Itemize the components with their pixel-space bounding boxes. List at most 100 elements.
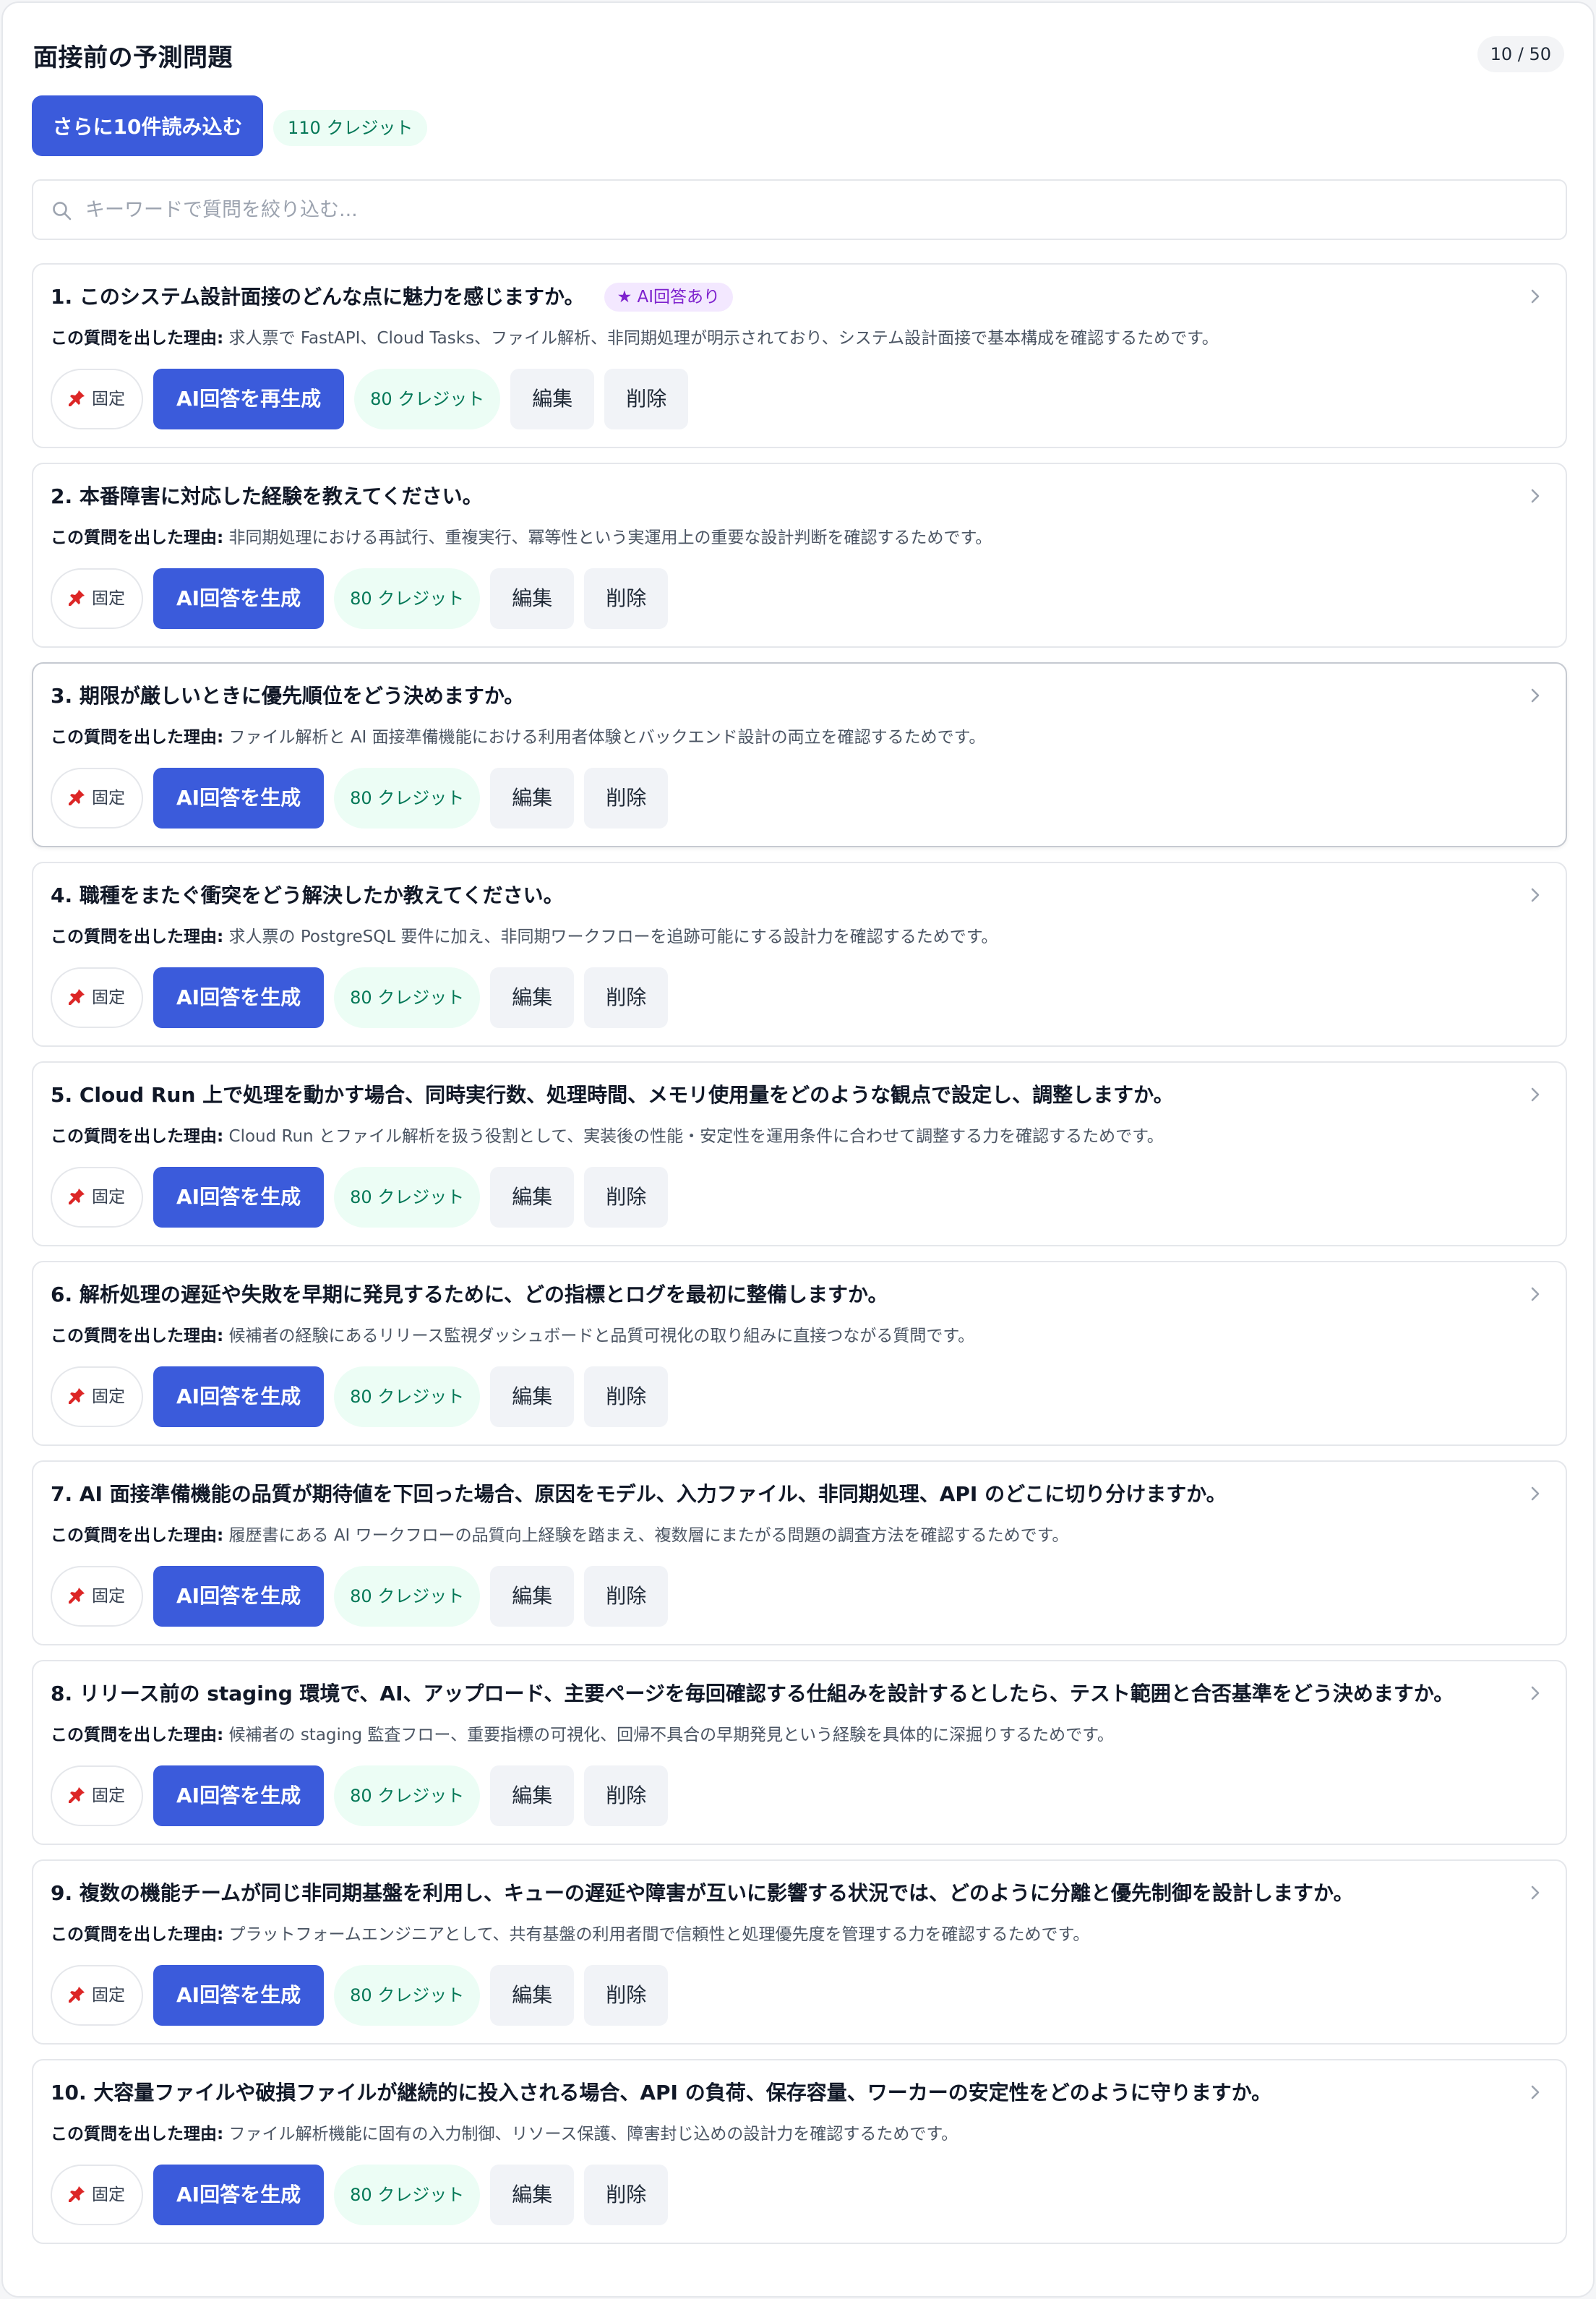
question-actions: 固定 AI回答を生成 80 クレジット 編集 削除 (51, 1366, 918, 1429)
delete-button[interactable]: 削除 (584, 568, 669, 629)
header: 面接前の予測問題 10 / 50 (32, 35, 1564, 75)
search-icon (53, 202, 72, 221)
pin-icon (69, 1987, 85, 2003)
generate-ai-answer-button[interactable]: AI回答を生成 (153, 1167, 325, 1228)
pin-button[interactable]: 固定 (51, 1965, 143, 2026)
load-more-button[interactable]: さらに10件読み込む (32, 95, 263, 156)
pin-button[interactable]: 固定 (51, 1765, 143, 1826)
question-reason: この質問を出した理由: 求人票の PostgreSQL 要件に加え、非同期ワーク… (51, 922, 1537, 947)
delete-button[interactable]: 削除 (584, 1366, 669, 1427)
edit-button[interactable]: 編集 (510, 369, 595, 429)
page-title: 面接前の予測問題 (33, 43, 233, 72)
question-card-6[interactable]: 6. 解析処理の遅延や失敗を早期に発見するために、どの指標とログを最初に整備しま… (32, 1261, 1567, 1446)
question-reason: この質問を出した理由: 候補者の staging 監査フロー、重要指標の可視化、… (51, 1721, 1537, 1745)
edit-button[interactable]: 編集 (490, 1366, 575, 1427)
generate-ai-answer-button[interactable]: AI回答を生成 (153, 568, 325, 629)
pin-button[interactable]: 固定 (51, 2165, 143, 2225)
question-card-8[interactable]: 8. リリース前の staging 環境で、AI、アップロード、主要ページを毎回… (32, 1660, 1567, 1845)
chevron-right-icon[interactable] (1527, 885, 1544, 905)
generate-ai-answer-button[interactable]: AI回答を生成 (153, 2165, 325, 2225)
reason-text: 候補者の staging 監査フロー、重要指標の可視化、回帰不具合の早期発見とい… (228, 1726, 1114, 1744)
question-actions: 固定 AI回答を再生成 80 クレジット 編集 削除 (51, 369, 918, 431)
question-card-9[interactable]: 9. 複数の機能チームが同じ非同期基盤を利用し、キューの遅延や障害が互いに影響す… (32, 1859, 1567, 2045)
pin-button[interactable]: 固定 (51, 1366, 143, 1427)
question-card-1[interactable]: 1. このシステム設計面接のどんな点に魅力を感じますか。 ★ AI回答あり この… (32, 263, 1567, 448)
question-title-row: 3. 期限が厳しいときに優先順位をどう決めますか。 (51, 680, 1508, 713)
question-reason: この質問を出した理由: ファイル解析機能に固有の入力制御、リソース保護、障害封じ… (51, 2120, 1537, 2144)
question-title: 5. Cloud Run 上で処理を動かす場合、同時実行数、処理時間、メモリ使用… (51, 1083, 1174, 1107)
delete-button[interactable]: 削除 (584, 1167, 669, 1228)
pin-icon (69, 390, 85, 406)
generate-ai-answer-button[interactable]: AI回答を生成 (153, 1965, 325, 2026)
chevron-right-icon[interactable] (1527, 1284, 1544, 1304)
delete-button[interactable]: 削除 (584, 1965, 669, 2026)
chevron-right-icon[interactable] (1527, 1484, 1544, 1504)
search-input[interactable] (85, 188, 1531, 231)
generate-ai-answer-button[interactable]: AI回答を再生成 (153, 369, 345, 429)
edit-button[interactable]: 編集 (490, 1566, 575, 1627)
reason-text: 候補者の経験にあるリリース監視ダッシュボードと品質可視化の取り組みに直接つながる… (228, 1327, 975, 1345)
questions-panel: 面接前の予測問題 10 / 50 さらに10件読み込む 110 クレジット 1.… (1, 1, 1595, 2298)
credit-cost-badge: 80 クレジット (354, 369, 501, 429)
question-title-row: 10. 大容量ファイルや破損ファイルが継続的に投入される場合、API の負荷、保… (51, 2076, 1508, 2110)
pin-icon (69, 590, 85, 606)
edit-button[interactable]: 編集 (490, 1167, 575, 1228)
reason-label: この質問を出した理由: (51, 329, 224, 348)
delete-button[interactable]: 削除 (584, 768, 669, 829)
edit-button[interactable]: 編集 (490, 568, 575, 629)
delete-button[interactable]: 削除 (584, 1765, 669, 1826)
question-title: 3. 期限が厳しいときに優先順位をどう決めますか。 (51, 684, 525, 708)
question-card-3[interactable]: 3. 期限が厳しいときに優先順位をどう決めますか。 この質問を出した理由: ファ… (32, 662, 1567, 847)
delete-button[interactable]: 削除 (584, 967, 669, 1028)
chevron-right-icon[interactable] (1527, 1883, 1544, 1903)
pin-button[interactable]: 固定 (51, 1566, 143, 1627)
question-title: 9. 複数の機能チームが同じ非同期基盤を利用し、キューの遅延や障害が互いに影響す… (51, 1881, 1354, 1905)
credit-cost-badge: 80 クレジット (334, 2165, 481, 2225)
generate-ai-answer-button[interactable]: AI回答を生成 (153, 1566, 325, 1627)
reason-text: ファイル解析と AI 面接準備機能における利用者体験とバックエンド設計の両立を確… (228, 728, 986, 747)
question-card-4[interactable]: 4. 職種をまたぐ衝突をどう解決したか教えてください。 この質問を出した理由: … (32, 862, 1567, 1047)
delete-button[interactable]: 削除 (604, 369, 689, 429)
chevron-right-icon[interactable] (1527, 486, 1544, 506)
edit-button[interactable]: 編集 (490, 2165, 575, 2225)
credit-cost-badge: 80 クレジット (334, 1366, 481, 1427)
chevron-right-icon[interactable] (1527, 1084, 1544, 1105)
question-actions: 固定 AI回答を生成 80 クレジット 編集 削除 (51, 768, 918, 830)
edit-button[interactable]: 編集 (490, 768, 575, 829)
pin-button[interactable]: 固定 (51, 1167, 143, 1228)
question-reason: この質問を出した理由: 求人票で FastAPI、Cloud Tasks、ファイ… (51, 324, 1537, 348)
pin-icon (69, 1588, 85, 1604)
chevron-right-icon[interactable] (1527, 685, 1544, 706)
chevron-right-icon[interactable] (1527, 2082, 1544, 2102)
generate-ai-answer-button[interactable]: AI回答を生成 (153, 1366, 325, 1427)
reason-label: この質問を出した理由: (51, 928, 224, 946)
reason-text: 履歴書にある AI ワークフローの品質向上経験を踏まえ、複数層にまたがる問題の調… (228, 1526, 1069, 1545)
pin-label: 固定 (92, 1188, 125, 1207)
question-card-2[interactable]: 2. 本番障害に対応した経験を教えてください。 この質問を出した理由: 非同期処… (32, 463, 1567, 648)
pin-button[interactable]: 固定 (51, 568, 143, 629)
pin-icon (69, 1388, 85, 1404)
edit-button[interactable]: 編集 (490, 967, 575, 1028)
generate-ai-answer-button[interactable]: AI回答を生成 (153, 768, 325, 829)
pin-button[interactable]: 固定 (51, 768, 143, 829)
search-box[interactable] (32, 179, 1567, 240)
pin-button[interactable]: 固定 (51, 967, 143, 1028)
question-title-row: 1. このシステム設計面接のどんな点に魅力を感じますか。 ★ AI回答あり (51, 281, 1508, 314)
delete-button[interactable]: 削除 (584, 1566, 669, 1627)
generate-ai-answer-button[interactable]: AI回答を生成 (153, 1765, 325, 1826)
reason-label: この質問を出した理由: (51, 1726, 224, 1744)
pin-button[interactable]: 固定 (51, 369, 143, 429)
edit-button[interactable]: 編集 (490, 1765, 575, 1826)
generate-ai-answer-button[interactable]: AI回答を生成 (153, 967, 325, 1028)
question-title-row: 9. 複数の機能チームが同じ非同期基盤を利用し、キューの遅延や障害が互いに影響す… (51, 1877, 1508, 1910)
chevron-right-icon[interactable] (1527, 286, 1544, 307)
question-card-10[interactable]: 10. 大容量ファイルや破損ファイルが継続的に投入される場合、API の負荷、保… (32, 2059, 1567, 2244)
chevron-right-icon[interactable] (1527, 1683, 1544, 1703)
question-card-5[interactable]: 5. Cloud Run 上で処理を動かす場合、同時実行数、処理時間、メモリ使用… (32, 1061, 1567, 1246)
reason-text: Cloud Run とファイル解析を扱う役割として、実装後の性能・安定性を運用条… (228, 1127, 1164, 1146)
reason-label: この質問を出した理由: (51, 1127, 224, 1146)
credit-cost-badge: 80 クレジット (334, 1566, 481, 1627)
edit-button[interactable]: 編集 (490, 1965, 575, 2026)
question-card-7[interactable]: 7. AI 面接準備機能の品質が期待値を下回った場合、原因をモデル、入力ファイル… (32, 1460, 1567, 1645)
delete-button[interactable]: 削除 (584, 2165, 669, 2225)
